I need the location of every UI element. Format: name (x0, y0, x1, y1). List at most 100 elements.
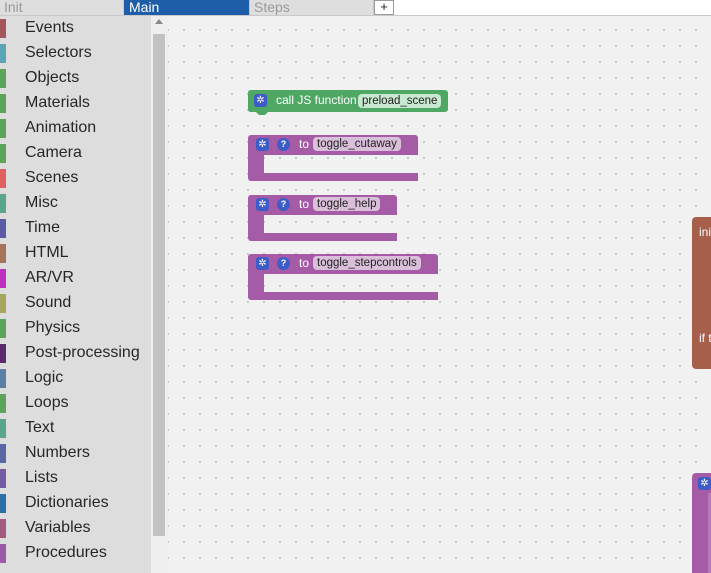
category-label: AR/VR (25, 269, 74, 286)
toolbox-category-camera[interactable]: Camera (0, 141, 151, 166)
toolbox-category-variables[interactable]: Variables (0, 516, 151, 541)
procedure-body-side (248, 155, 264, 173)
category-color-swatch (0, 369, 6, 388)
category-label: Logic (25, 369, 64, 386)
category-color-swatch (0, 94, 6, 113)
help-icon[interactable]: ? (277, 257, 290, 270)
toolbox-category-animation[interactable]: Animation (0, 116, 151, 141)
category-label: Post-processing (25, 344, 140, 361)
category-label: Numbers (25, 444, 90, 461)
toolbox-category-physics[interactable]: Physics (0, 316, 151, 341)
category-label: Materials (25, 94, 90, 111)
category-label: Procedures (25, 544, 107, 561)
toolbox-category-objects[interactable]: Objects (0, 66, 151, 91)
help-icon[interactable]: ? (277, 198, 290, 211)
category-color-swatch (0, 44, 6, 63)
workspace[interactable]: ✲ call JS function preload_scene ✲ ? to … (168, 16, 711, 573)
toolbox-category-materials[interactable]: Materials (0, 91, 151, 116)
category-color-swatch (0, 469, 6, 488)
toolbox-category-post-processing[interactable]: Post-processing (0, 341, 151, 366)
scroll-up-arrow-icon[interactable] (155, 19, 163, 24)
toolbox-category-procedures[interactable]: Procedures (0, 541, 151, 566)
function-name-field[interactable]: preload_scene (358, 94, 442, 108)
tab-init[interactable]: Init (0, 0, 124, 15)
scrollbar-thumb[interactable] (153, 34, 165, 536)
tab-steps[interactable]: Steps (250, 0, 374, 15)
offscreen-procedure-block[interactable]: ✲ (692, 473, 711, 573)
procedure-block-toggle-cutaway[interactable]: ✲ ? to toggle_cutaway (248, 135, 418, 183)
category-label: Events (25, 19, 74, 36)
procedure-body-side (248, 274, 264, 292)
category-color-swatch (0, 269, 6, 288)
toolbox-scrollbar[interactable] (151, 16, 168, 573)
category-color-swatch (0, 394, 6, 413)
category-label: Animation (25, 119, 97, 136)
toolbox-category-selectors[interactable]: Selectors (0, 41, 151, 66)
category-color-swatch (0, 244, 6, 263)
offscreen-init-block[interactable]: ini if t (692, 217, 711, 369)
toolbox-category-html[interactable]: HTML (0, 241, 151, 266)
category-label: Scenes (25, 169, 79, 186)
toolbox-category-sound[interactable]: Sound (0, 291, 151, 316)
toolbox-category-dictionaries[interactable]: Dictionaries (0, 491, 151, 516)
help-icon[interactable]: ? (277, 138, 290, 151)
toolbox-category-loops[interactable]: Loops (0, 391, 151, 416)
category-label: Lists (25, 469, 58, 486)
gear-icon[interactable]: ✲ (256, 198, 269, 211)
tab-bar: Init Main Steps + (0, 0, 711, 16)
call-block-label: call JS function (276, 93, 357, 107)
category-color-swatch (0, 69, 6, 88)
toolbox-category-events[interactable]: Events (0, 16, 151, 41)
procedure-footer (248, 173, 418, 181)
category-label: Misc (25, 194, 58, 211)
category-label: Sound (25, 294, 72, 311)
procedure-name-field[interactable]: toggle_help (313, 197, 381, 211)
category-color-swatch (0, 294, 6, 313)
category-color-swatch (0, 344, 6, 363)
add-tab-button[interactable]: + (374, 0, 394, 15)
gear-icon[interactable]: ✲ (256, 138, 269, 151)
procedure-name-field[interactable]: toggle_stepcontrols (313, 256, 421, 270)
category-color-swatch (0, 194, 6, 213)
toolbox-category-time[interactable]: Time (0, 216, 151, 241)
toolbox-category-numbers[interactable]: Numbers (0, 441, 151, 466)
offscreen-block-text: ini (699, 225, 711, 239)
gear-icon[interactable]: ✲ (256, 257, 269, 270)
category-color-swatch (0, 519, 6, 538)
procedure-block-toggle-stepcontrols[interactable]: ✲ ? to toggle_stepcontrols (248, 254, 438, 302)
toolbox-category-scenes[interactable]: Scenes (0, 166, 151, 191)
call-js-function-block[interactable]: ✲ call JS function preload_scene (248, 90, 448, 115)
category-color-swatch (0, 119, 6, 138)
toolbox: Events Selectors Objects Materials Animation… (0, 16, 151, 573)
category-color-swatch (0, 444, 6, 463)
toolbox-category-logic[interactable]: Logic (0, 366, 151, 391)
procedure-footer (248, 233, 397, 241)
category-color-swatch (0, 319, 6, 338)
category-label: Text (25, 419, 55, 436)
category-color-swatch (0, 494, 6, 513)
category-label: HTML (25, 244, 69, 261)
procedure-footer (248, 292, 438, 300)
procedure-block-toggle-help[interactable]: ✲ ? to toggle_help (248, 195, 397, 243)
category-color-swatch (0, 544, 6, 563)
category-color-swatch (0, 19, 6, 38)
tab-main[interactable]: Main (124, 0, 250, 15)
category-color-swatch (0, 169, 6, 188)
procedure-keyword: to (299, 197, 310, 211)
category-color-swatch (0, 219, 6, 238)
procedure-body-side (248, 215, 264, 233)
offscreen-block-text: if t (699, 331, 711, 345)
category-label: Variables (25, 519, 91, 536)
category-label: Physics (25, 319, 81, 336)
toolbox-category-misc[interactable]: Misc (0, 191, 151, 216)
category-label: Loops (25, 394, 69, 411)
category-label: Camera (25, 144, 82, 161)
category-label: Time (25, 219, 60, 236)
category-color-swatch (0, 419, 6, 438)
toolbox-category-lists[interactable]: Lists (0, 466, 151, 491)
toolbox-category-text[interactable]: Text (0, 416, 151, 441)
gear-icon[interactable]: ✲ (254, 94, 267, 107)
toolbox-category-ar-vr[interactable]: AR/VR (0, 266, 151, 291)
gear-icon[interactable]: ✲ (698, 477, 711, 490)
procedure-name-field[interactable]: toggle_cutaway (313, 137, 401, 151)
